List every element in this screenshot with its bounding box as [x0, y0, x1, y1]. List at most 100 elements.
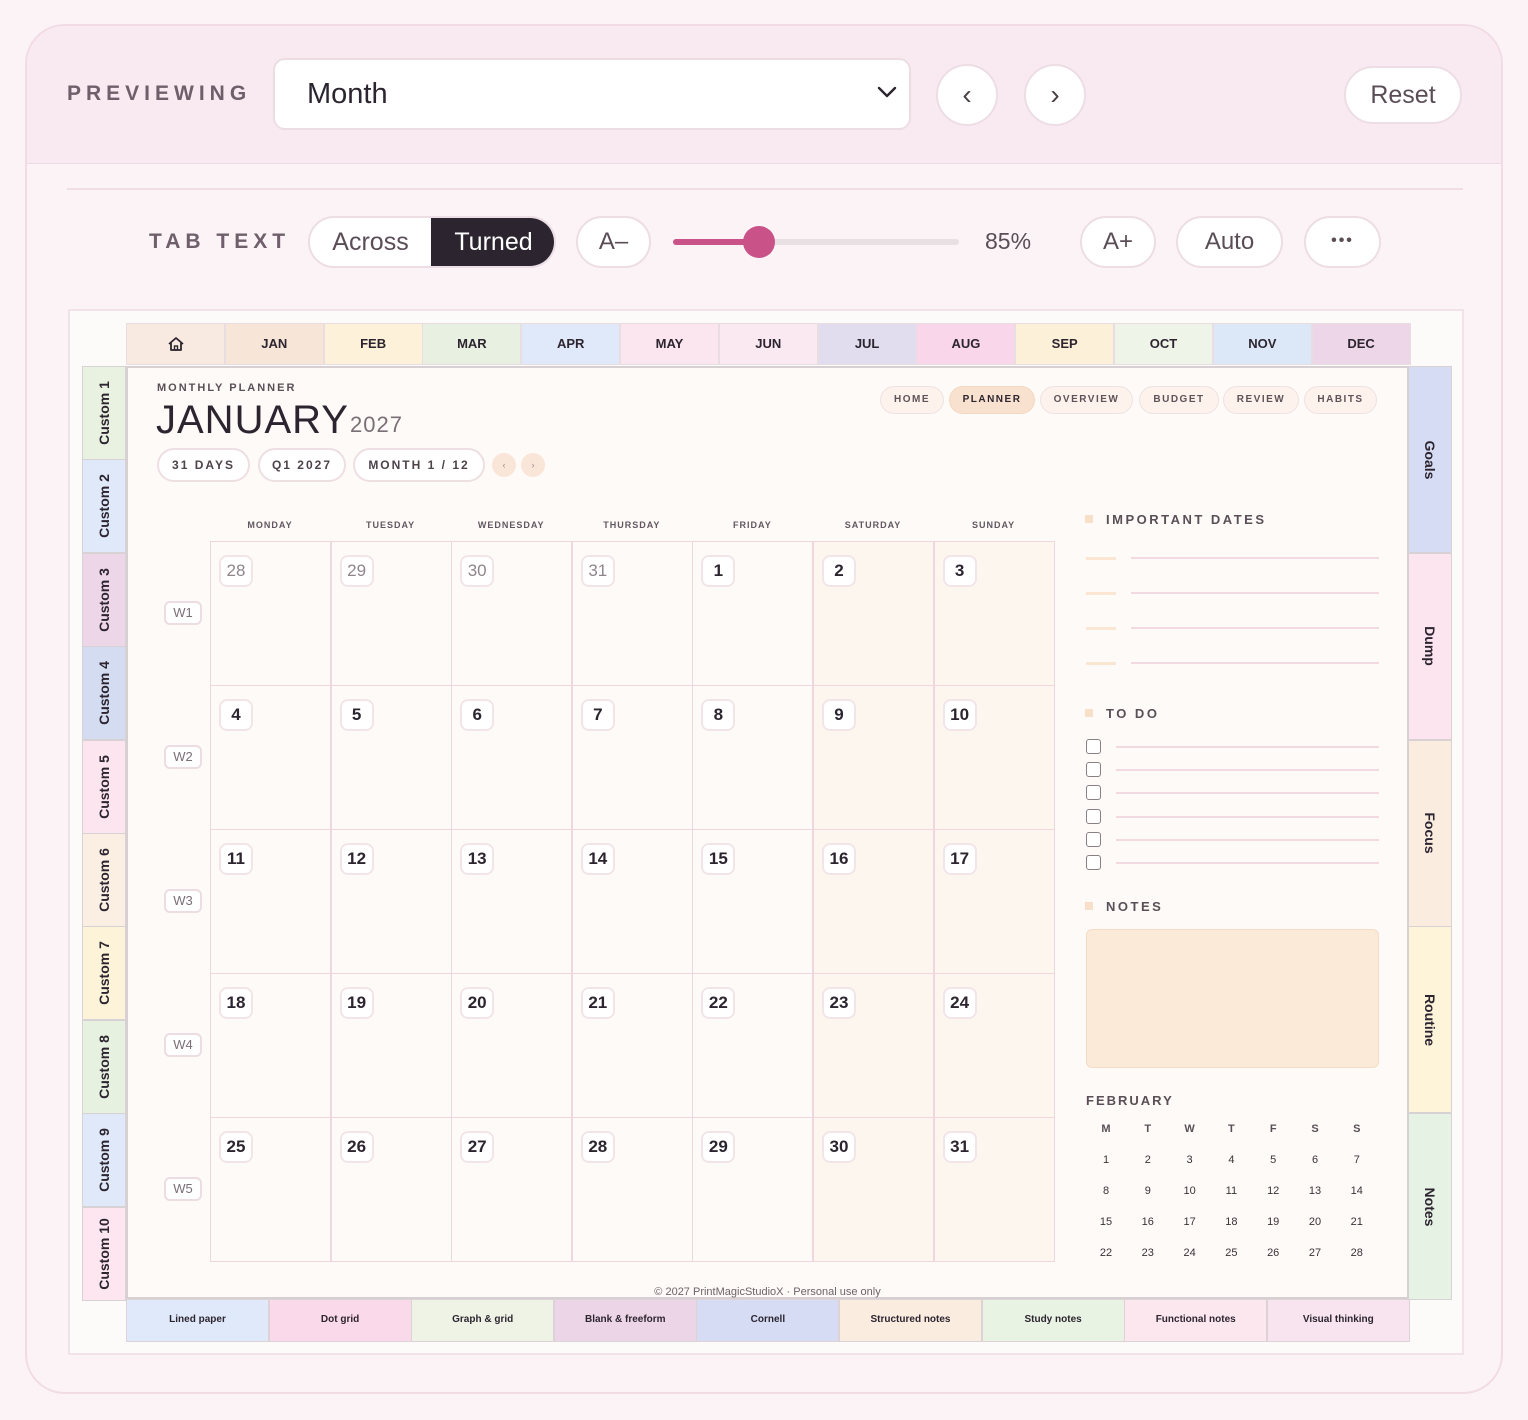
mini-day[interactable]: 14 — [1342, 1185, 1372, 1197]
tab-month-feb[interactable]: FEB — [323, 323, 423, 365]
day-cell[interactable]: 13 — [451, 829, 573, 974]
todo-line[interactable] — [1116, 792, 1379, 795]
tab-month-sep[interactable]: SEP — [1015, 323, 1115, 365]
mini-day[interactable]: 8 — [1091, 1185, 1121, 1197]
day-cell[interactable]: 4 — [210, 685, 331, 830]
day-cell[interactable]: 3 — [933, 541, 1055, 686]
mini-day[interactable]: 13 — [1300, 1185, 1330, 1197]
day-cell[interactable]: 22 — [692, 973, 814, 1118]
mini-day[interactable]: 17 — [1175, 1216, 1205, 1228]
mini-day[interactable]: 20 — [1300, 1216, 1330, 1228]
mini-day[interactable]: 2 — [1133, 1154, 1163, 1166]
bottom-tab-2[interactable]: Dot grid — [268, 1299, 412, 1342]
todo-line[interactable] — [1116, 769, 1379, 772]
todo-checkbox[interactable] — [1086, 855, 1101, 870]
across-option[interactable]: Across — [310, 218, 431, 266]
bottom-tab-1[interactable]: Lined paper — [126, 1299, 269, 1342]
tab-month-jun[interactable]: JUN — [718, 323, 818, 365]
mini-day[interactable]: 18 — [1216, 1216, 1246, 1228]
page-next-button[interactable]: › — [521, 453, 545, 477]
todo-checkbox[interactable] — [1086, 785, 1101, 801]
bottom-tab-3[interactable]: Graph & grid — [411, 1299, 555, 1342]
day-cell[interactable]: 10 — [933, 685, 1055, 830]
tab-month-nov[interactable]: NOV — [1212, 323, 1312, 365]
mini-day[interactable]: 26 — [1258, 1247, 1288, 1259]
mini-day[interactable]: 28 — [1342, 1247, 1372, 1259]
day-cell[interactable]: 24 — [933, 973, 1055, 1118]
todo-checkbox[interactable] — [1086, 808, 1101, 824]
day-cell[interactable]: 17 — [933, 829, 1055, 974]
bottom-tab-7[interactable]: Study notes — [981, 1299, 1125, 1342]
side-tab-custom-4[interactable]: Custom 4 — [82, 646, 126, 741]
tab-month-apr[interactable]: APR — [521, 323, 621, 365]
day-cell[interactable]: 29 — [330, 541, 452, 686]
day-cell[interactable]: 27 — [451, 1117, 573, 1262]
side-tab-notes[interactable]: Notes — [1408, 1113, 1452, 1301]
tab-month-aug[interactable]: AUG — [916, 323, 1016, 365]
day-cell[interactable]: 2 — [813, 541, 934, 686]
tab-month-jan[interactable]: JAN — [224, 323, 324, 365]
side-tab-custom-2[interactable]: Custom 2 — [82, 459, 126, 554]
mini-day[interactable]: 3 — [1175, 1154, 1205, 1166]
day-cell[interactable]: 23 — [813, 973, 934, 1118]
todo-checkbox[interactable] — [1086, 831, 1101, 847]
todo-checkbox[interactable] — [1086, 762, 1101, 778]
side-tab-custom-8[interactable]: Custom 8 — [82, 1019, 126, 1114]
mini-day[interactable]: 11 — [1216, 1185, 1246, 1197]
side-tab-routine[interactable]: Routine — [1408, 926, 1452, 1114]
todo-line[interactable] — [1116, 746, 1379, 748]
side-tab-custom-3[interactable]: Custom 3 — [82, 552, 126, 647]
day-cell[interactable]: 31 — [571, 541, 693, 686]
day-cell[interactable]: 30 — [451, 541, 573, 686]
bottom-tab-8[interactable]: Functional notes — [1124, 1299, 1268, 1342]
date-field[interactable] — [1086, 627, 1116, 630]
mini-day[interactable]: 16 — [1133, 1216, 1163, 1228]
date-line[interactable] — [1131, 662, 1379, 664]
page-prev-button[interactable]: ‹ — [492, 453, 516, 477]
nav-habits[interactable]: HABITS — [1304, 386, 1377, 414]
side-tab-custom-9[interactable]: Custom 9 — [82, 1113, 126, 1208]
day-cell[interactable]: 11 — [210, 829, 331, 974]
tab-month-may[interactable]: MAY — [620, 323, 719, 365]
day-cell[interactable]: 14 — [571, 829, 693, 974]
view-select[interactable]: Month — [273, 58, 911, 130]
date-field[interactable] — [1086, 592, 1116, 595]
mini-day[interactable]: 1 — [1091, 1154, 1121, 1166]
date-line[interactable] — [1131, 627, 1379, 629]
bottom-tab-4[interactable]: Blank & freeform — [553, 1299, 697, 1342]
date-field[interactable] — [1086, 662, 1116, 665]
side-tab-dump[interactable]: Dump — [1408, 552, 1452, 740]
todo-line[interactable] — [1116, 838, 1379, 841]
day-cell[interactable]: 28 — [571, 1117, 693, 1262]
date-line[interactable] — [1131, 557, 1379, 559]
mini-day[interactable]: 9 — [1133, 1185, 1163, 1197]
day-cell[interactable]: 30 — [813, 1117, 934, 1262]
auto-size-button[interactable]: Auto — [1176, 216, 1283, 268]
todo-line[interactable] — [1116, 862, 1379, 864]
day-cell[interactable]: 15 — [692, 829, 814, 974]
mini-day[interactable]: 6 — [1300, 1154, 1330, 1166]
nav-budget[interactable]: BUDGET — [1139, 386, 1219, 414]
day-cell[interactable]: 8 — [692, 685, 814, 830]
turned-option[interactable]: Turned — [431, 218, 554, 266]
mini-day[interactable]: 23 — [1133, 1247, 1163, 1259]
side-tab-custom-7[interactable]: Custom 7 — [82, 926, 126, 1021]
bottom-tab-6[interactable]: Structured notes — [839, 1299, 982, 1342]
size-slider[interactable] — [673, 226, 959, 258]
mini-day[interactable]: 7 — [1342, 1154, 1372, 1166]
notes-box[interactable] — [1086, 929, 1379, 1068]
more-options-button[interactable]: ••• — [1304, 216, 1381, 268]
mini-day[interactable]: 4 — [1216, 1154, 1246, 1166]
day-cell[interactable]: 21 — [571, 973, 693, 1118]
tab-month-mar[interactable]: MAR — [422, 323, 522, 365]
mini-day[interactable]: 24 — [1175, 1247, 1205, 1259]
day-cell[interactable]: 31 — [933, 1117, 1055, 1262]
nav-review[interactable]: REVIEW — [1223, 386, 1299, 414]
day-cell[interactable]: 6 — [451, 685, 573, 830]
nav-home[interactable]: HOME — [880, 386, 944, 414]
side-tab-custom-10[interactable]: Custom 10 — [82, 1206, 126, 1301]
day-cell[interactable]: 9 — [813, 685, 934, 830]
prev-button[interactable]: ‹ — [936, 64, 998, 126]
mini-day[interactable]: 21 — [1342, 1216, 1372, 1228]
day-cell[interactable]: 7 — [571, 685, 693, 830]
